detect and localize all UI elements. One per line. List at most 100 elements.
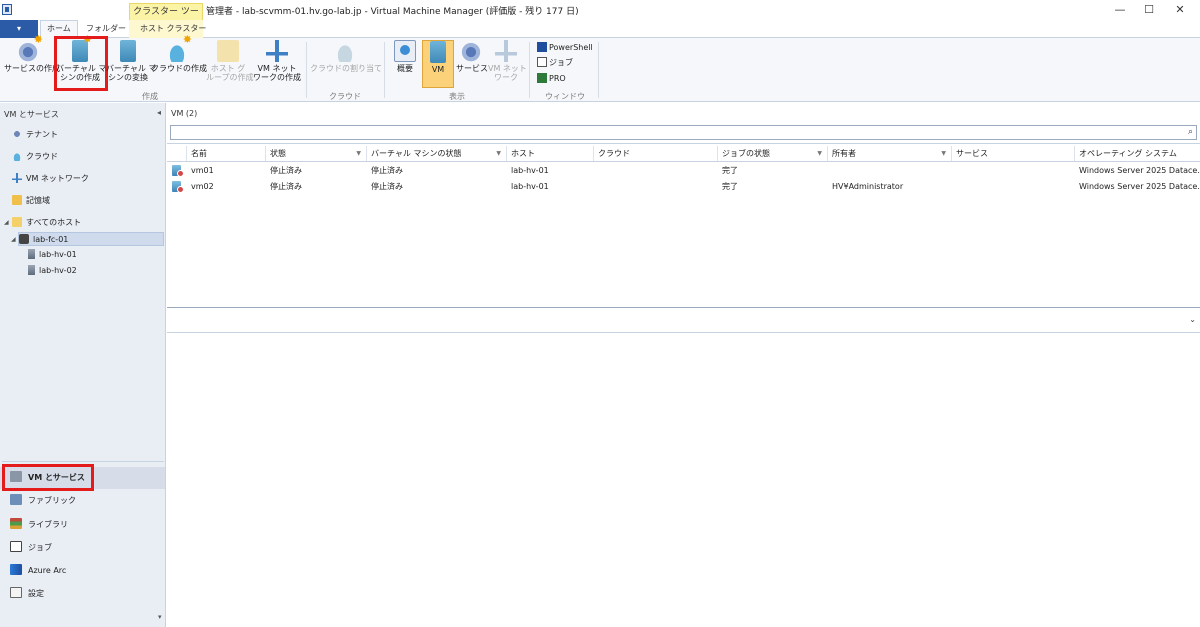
jobs-window-button[interactable]: ジョブ <box>537 56 573 69</box>
gear-icon <box>17 35 43 62</box>
expand-details-icon[interactable]: ⌄ <box>1189 315 1196 324</box>
filter-icon[interactable]: ▼ <box>496 146 501 161</box>
cell-status: 停止済み <box>270 182 302 191</box>
nav-item-host-lab-hv-01[interactable]: lab-hv-01 <box>28 248 77 262</box>
nav-item-host-lab-hv-02[interactable]: lab-hv-02 <box>28 264 77 278</box>
column-header-vm-state[interactable]: バーチャル マシンの状態 ▼ <box>367 146 507 161</box>
cell-name: vm01 <box>191 166 214 175</box>
group-separator <box>384 42 385 98</box>
cluster-icon <box>19 234 29 244</box>
cell-service <box>952 163 1075 179</box>
app-icon[interactable] <box>2 4 12 15</box>
group-label-create: 作成 <box>142 92 158 101</box>
column-header-cloud[interactable]: クラウド <box>594 146 718 161</box>
cell-vm-state: 停止済み <box>371 166 403 175</box>
collapse-pane-button[interactable]: ◂ <box>157 108 161 117</box>
filter-icon[interactable]: ▼ <box>817 146 822 161</box>
vm-view-button[interactable]: VM <box>422 40 454 88</box>
cell-cloud <box>594 179 718 195</box>
powershell-button[interactable]: PowerShell <box>537 41 593 54</box>
nav-item-cloud[interactable]: クラウド <box>12 150 58 164</box>
expand-cluster-icon[interactable]: ◢ <box>11 236 16 243</box>
cell-os: Windows Server 2025 Datace... <box>1079 166 1200 175</box>
group-separator <box>306 42 307 98</box>
group-label-window: ウィンドウ <box>545 92 585 101</box>
table-row[interactable]: vm02 停止済み 停止済み lab-hv-01 完了 HV¥Administr… <box>167 179 1200 195</box>
nav-item-tenant[interactable]: テナント <box>12 128 58 142</box>
server-icon <box>28 249 35 259</box>
filter-icon[interactable]: ▼ <box>941 146 946 161</box>
window-title: 管理者 - lab-scvmm-01.hv.go-lab.jp - Virtua… <box>206 7 579 17</box>
expand-all-hosts-icon[interactable]: ◢ <box>4 219 9 226</box>
column-header-owner[interactable]: 所有者 ▼ <box>828 146 952 161</box>
cell-service <box>952 179 1075 195</box>
table-row[interactable]: vm01 停止済み 停止済み lab-hv-01 完了 Windows Serv… <box>167 163 1200 179</box>
column-header-os[interactable]: オペレーティング システム <box>1075 146 1200 161</box>
network-icon <box>495 40 517 62</box>
tenant-icon <box>12 129 22 139</box>
cell-cloud <box>594 163 718 179</box>
group-separator <box>598 42 599 98</box>
assign-cloud-button[interactable]: クラウドの割り当て <box>310 40 382 88</box>
server-icon <box>28 265 35 275</box>
column-header-host[interactable]: ホスト <box>507 146 594 161</box>
nav-item-vm-network[interactable]: VM ネットワーク <box>12 172 89 186</box>
create-cloud-button[interactable]: クラウドの作成 <box>151 35 207 88</box>
workspace-settings[interactable]: 設定 <box>0 583 165 605</box>
close-button[interactable]: ✕ <box>1166 2 1194 18</box>
workspace-fabric[interactable]: ファブリック <box>0 490 165 512</box>
overview-button[interactable]: 概要 <box>390 40 420 88</box>
group-label-show: 表示 <box>449 92 465 101</box>
column-header-job-status[interactable]: ジョブの状態 ▼ <box>718 146 828 161</box>
workspace-azure-arc[interactable]: Azure Arc <box>0 560 165 582</box>
vm-network-view-button[interactable]: VM ネット ワーク <box>488 40 527 88</box>
maximize-button[interactable]: ☐ <box>1135 2 1163 18</box>
file-menu-button[interactable]: ▾ <box>0 20 38 38</box>
context-tab-header: クラスター ツール <box>129 3 203 33</box>
nav-item-all-hosts[interactable]: すべてのホスト <box>12 216 81 230</box>
minimize-button[interactable]: — <box>1106 2 1134 18</box>
column-header-status[interactable]: 状態 ▼ <box>266 146 367 161</box>
pro-button[interactable]: PRO <box>537 72 566 85</box>
search-icon[interactable]: ⌕ <box>1188 127 1193 137</box>
cell-os: Windows Server 2025 Datace... <box>1079 182 1200 191</box>
library-icon <box>10 518 22 529</box>
tab-host-cluster[interactable]: ホスト クラスター <box>134 20 212 38</box>
overview-icon <box>394 40 416 62</box>
services-view-button[interactable]: サービス <box>456 40 488 88</box>
highlight-box <box>54 36 108 91</box>
nav-item-cluster[interactable]: lab-fc-01 <box>18 232 164 246</box>
cell-name: vm02 <box>191 182 214 191</box>
server-icon <box>430 41 446 63</box>
scroll-down-button[interactable]: ▾ <box>158 613 162 621</box>
vm-stopped-icon <box>172 181 184 193</box>
vm-grid: 名前 状態 ▼ バーチャル マシンの状態 ▼ ホスト クラウド ジョブの状態 ▼ 所有… <box>167 143 1200 308</box>
create-host-group-button[interactable]: ホスト グ ループの作成 <box>206 40 254 88</box>
title-bar: クラスター ツール 管理者 - lab-scvmm-01.hv.go-lab.j… <box>0 0 1200 33</box>
storage-icon <box>12 195 22 205</box>
cell-job-status: 完了 <box>722 166 738 175</box>
network-icon <box>12 173 22 183</box>
create-service-button[interactable]: サービスの作成 <box>4 35 60 88</box>
workspace-library[interactable]: ライブラリ <box>0 514 165 536</box>
vm-stopped-icon <box>172 165 184 177</box>
pane-title: VM とサービス <box>4 110 59 119</box>
ribbon: サービスの作成 バーチャル マ シンの作成 バーチャル マ シンの変換 クラウド… <box>0 35 1200 102</box>
group-separator <box>529 42 530 98</box>
column-header-service[interactable]: サービス <box>952 146 1075 161</box>
column-header-name[interactable]: 名前 <box>187 146 266 161</box>
convert-vm-button[interactable]: バーチャル マ シンの変換 <box>106 40 156 88</box>
column-header-icon[interactable] <box>167 146 187 161</box>
cell-owner <box>828 163 952 179</box>
filter-icon[interactable]: ▼ <box>356 146 361 161</box>
create-vm-network-button[interactable]: VM ネット ワークの作成 <box>252 40 302 88</box>
nav-item-storage[interactable]: 記憶域 <box>12 194 50 208</box>
group-label-cloud: クラウド <box>329 92 361 101</box>
search-input[interactable] <box>171 126 1176 139</box>
settings-icon <box>10 587 22 598</box>
server-icon <box>120 40 136 62</box>
navigation-pane: VM とサービス ◂ テナント クラウド VM ネットワーク 記憶域 ◢ すべて… <box>0 103 166 627</box>
workspace-jobs[interactable]: ジョブ <box>0 537 165 559</box>
azure-arc-icon <box>10 564 22 575</box>
pro-icon <box>537 73 547 83</box>
